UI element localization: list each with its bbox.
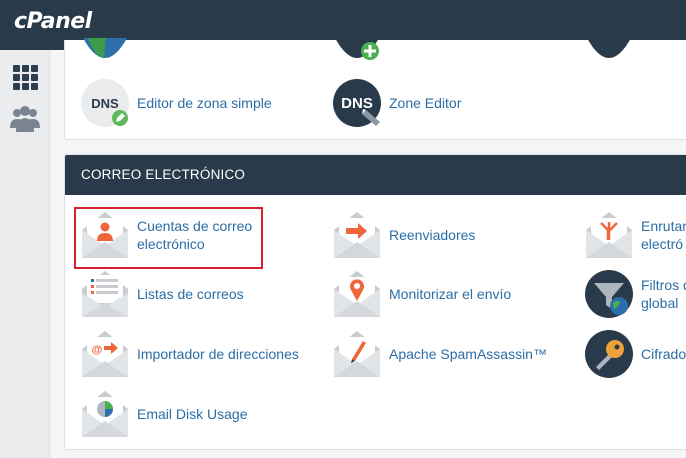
- partial-icon: [335, 38, 379, 60]
- email-routing-link[interactable]: Enrutar electró: [584, 210, 686, 260]
- svg-text:DNS: DNS: [91, 96, 119, 111]
- domains-panel: DNS Editor de zona simple DNS Zone Edito…: [64, 38, 686, 140]
- global-filters-link[interactable]: Filtros d global: [584, 269, 686, 319]
- address-importer-link[interactable]: @ Importador de direcciones: [80, 329, 299, 379]
- label-line: Enrutar: [641, 218, 686, 234]
- encryption-icon: [584, 329, 634, 379]
- dns-edit-icon: DNS: [80, 78, 130, 128]
- globe-icon: [83, 38, 127, 58]
- simple-zone-editor-link[interactable]: DNS Editor de zona simple: [80, 78, 272, 128]
- item-label: Monitorizar el envío: [389, 286, 512, 302]
- item-label: Email Disk Usage: [137, 406, 248, 422]
- email-disk-usage-link[interactable]: Email Disk Usage: [80, 389, 247, 439]
- encryption-link[interactable]: Cifrado: [584, 329, 686, 379]
- track-delivery-icon: [332, 269, 382, 319]
- dns-zone-icon: DNS: [332, 78, 382, 128]
- svg-text:@: @: [92, 344, 103, 356]
- global-filters-icon: [584, 269, 634, 319]
- label-line: electró: [641, 236, 684, 252]
- item-label: Zone Editor: [389, 95, 462, 111]
- item-label: Reenviadores: [389, 227, 476, 243]
- item-label: Listas de correos: [137, 286, 244, 302]
- email-disk-usage-icon: [80, 389, 130, 439]
- sidebar: [0, 50, 50, 458]
- zone-editor-link[interactable]: DNS Zone Editor: [332, 78, 461, 128]
- item-label: Filtros d global: [641, 276, 686, 312]
- item-label: Enrutar electró: [641, 217, 686, 253]
- spam-assassin-link[interactable]: Apache SpamAssassin™: [332, 329, 547, 379]
- partial-icon: [587, 38, 631, 58]
- spam-assassin-icon: [332, 329, 382, 379]
- apps-grid-icon[interactable]: [8, 58, 42, 92]
- email-panel: CORREO ELECTRÓNICO Cuentas de correo ele…: [64, 154, 686, 450]
- selection-highlight: [74, 207, 263, 269]
- cpanel-logo[interactable]: cPanel: [14, 9, 92, 34]
- forwarders-link[interactable]: Reenviadores: [332, 210, 475, 260]
- svg-text:DNS: DNS: [341, 95, 373, 112]
- item-label: Apache SpamAssassin™: [389, 346, 547, 362]
- label-line: global: [641, 295, 679, 311]
- item-label: Cifrado: [641, 346, 686, 362]
- track-delivery-link[interactable]: Monitorizar el envío: [332, 269, 511, 319]
- item-label: Editor de zona simple: [137, 95, 272, 111]
- item-label: Importador de direcciones: [137, 346, 299, 362]
- mailing-lists-icon: [80, 269, 130, 319]
- email-routing-icon: [584, 210, 634, 260]
- section-title: CORREO ELECTRÓNICO: [65, 155, 686, 195]
- forwarders-icon: [332, 210, 382, 260]
- address-importer-icon: @: [80, 329, 130, 379]
- users-icon[interactable]: [8, 102, 42, 136]
- mailing-lists-link[interactable]: Listas de correos: [80, 269, 244, 319]
- label-line: Filtros d: [641, 277, 686, 293]
